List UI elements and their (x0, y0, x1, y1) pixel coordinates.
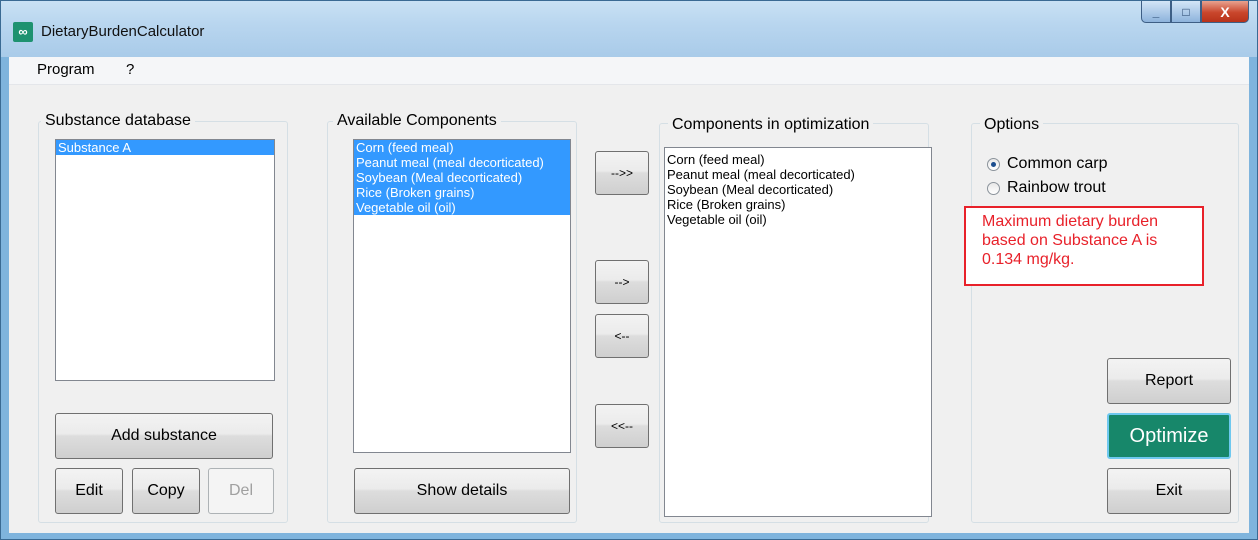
report-button[interactable]: Report (1107, 358, 1231, 404)
list-item[interactable]: Rice (Broken grains) (665, 197, 931, 212)
copy-button[interactable]: Copy (132, 468, 200, 514)
list-item[interactable]: Corn (feed meal) (665, 152, 931, 167)
list-item[interactable]: Rice (Broken grains) (354, 185, 570, 200)
remove-one-button[interactable]: <-- (595, 314, 649, 358)
radio-rainbow-trout-label: Rainbow trout (1007, 179, 1106, 196)
list-item[interactable]: Peanut meal (meal decorticated) (665, 167, 931, 182)
options-legend: Options (980, 116, 1044, 134)
title-bar[interactable]: ∞ DietaryBurdenCalculator _ □ X (1, 1, 1257, 57)
delete-button: Del (208, 468, 274, 514)
list-item[interactable]: Corn (feed meal) (354, 140, 570, 155)
maximize-icon: □ (1182, 4, 1190, 19)
radio-common-carp[interactable]: Common carp (987, 155, 1107, 173)
add-one-button[interactable]: --> (595, 260, 649, 304)
list-item[interactable]: Soybean (Meal decorticated) (354, 170, 570, 185)
minimize-icon: _ (1152, 4, 1160, 19)
client-area: Substance database Substance A Add subst… (9, 85, 1249, 533)
available-components-legend: Available Components (333, 112, 501, 130)
optimization-components-list[interactable]: Corn (feed meal) Peanut meal (meal decor… (664, 147, 932, 517)
menu-program[interactable]: Program (37, 61, 95, 78)
radio-common-carp-label: Common carp (1007, 155, 1108, 172)
menu-help[interactable]: ? (126, 61, 134, 78)
edit-button[interactable]: Edit (55, 468, 123, 514)
maximize-button[interactable]: □ (1171, 1, 1201, 23)
list-item[interactable]: Peanut meal (meal decorticated) (354, 155, 570, 170)
minimize-button[interactable]: _ (1141, 1, 1171, 23)
radio-unselected-icon (987, 181, 1000, 195)
exit-button[interactable]: Exit (1107, 468, 1231, 514)
add-all-button[interactable]: -->> (595, 151, 649, 195)
close-button[interactable]: X (1201, 1, 1249, 23)
add-substance-button[interactable]: Add substance (55, 413, 273, 459)
remove-all-button[interactable]: <<-- (595, 404, 649, 448)
radio-selected-icon (987, 157, 1000, 171)
list-item[interactable]: Substance A (56, 140, 274, 155)
radio-rainbow-trout[interactable]: Rainbow trout (987, 179, 1106, 197)
menu-bar: Program ? (9, 57, 1249, 85)
list-item[interactable]: Vegetable oil (oil) (354, 200, 570, 215)
result-message: Maximum dietary burden based on Substanc… (964, 206, 1204, 286)
show-details-button[interactable]: Show details (354, 468, 570, 514)
caption-buttons: _ □ X (1141, 1, 1249, 23)
available-components-list[interactable]: Corn (feed meal) Peanut meal (meal decor… (353, 139, 571, 453)
close-icon: X (1220, 3, 1230, 20)
optimization-components-legend: Components in optimization (668, 116, 874, 134)
substance-database-legend: Substance database (41, 112, 195, 130)
substance-list[interactable]: Substance A (55, 139, 275, 381)
app-window: ∞ DietaryBurdenCalculator _ □ X Program … (0, 0, 1258, 540)
app-logo-icon: ∞ (13, 22, 33, 42)
list-item[interactable]: Soybean (Meal decorticated) (665, 182, 931, 197)
list-item[interactable]: Vegetable oil (oil) (665, 212, 931, 227)
optimize-button[interactable]: Optimize (1107, 413, 1231, 459)
window-title: DietaryBurdenCalculator (41, 23, 205, 40)
